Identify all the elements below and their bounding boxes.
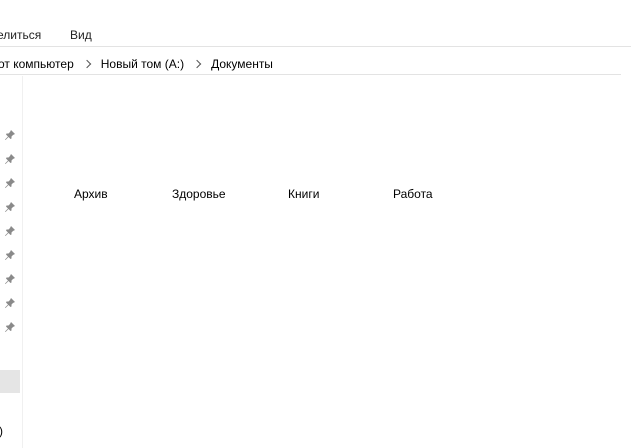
- ribbon-tab-view[interactable]: Вид: [70, 28, 92, 42]
- pin-icon[interactable]: [4, 225, 16, 237]
- address-divider: [0, 74, 621, 75]
- folder-books[interactable]: Книги: [288, 186, 319, 202]
- nav-item-fragment[interactable]: ): [0, 424, 3, 438]
- ribbon-tab-share[interactable]: елиться: [0, 28, 41, 42]
- pin-icon[interactable]: [4, 153, 16, 165]
- folder-work[interactable]: Работа: [393, 186, 433, 202]
- pin-icon[interactable]: [4, 129, 16, 141]
- breadcrumb-this-pc[interactable]: от компьютер: [0, 56, 76, 72]
- breadcrumb-volume[interactable]: Новый том (A:): [99, 56, 186, 72]
- chevron-right-icon[interactable]: [82, 59, 91, 69]
- breadcrumb[interactable]: от компьютер Новый том (A:) Документы: [0, 56, 623, 72]
- pin-icon[interactable]: [4, 297, 16, 309]
- breadcrumb-documents[interactable]: Документы: [209, 56, 275, 72]
- pin-icon[interactable]: [4, 321, 16, 333]
- folder-archive[interactable]: Архив: [74, 186, 108, 202]
- chevron-right-icon[interactable]: [192, 59, 202, 69]
- folder-health[interactable]: Здоровье: [172, 186, 226, 202]
- pin-icon[interactable]: [4, 201, 16, 213]
- ribbon-divider: [0, 46, 631, 47]
- ribbon-tab-share-label: елиться: [0, 28, 42, 42]
- nav-selected-item[interactable]: [0, 370, 20, 393]
- pin-icon[interactable]: [4, 177, 16, 189]
- pin-icon[interactable]: [4, 273, 16, 285]
- pin-icon[interactable]: [4, 249, 16, 261]
- ribbon-tab-view-label: Вид: [70, 28, 92, 42]
